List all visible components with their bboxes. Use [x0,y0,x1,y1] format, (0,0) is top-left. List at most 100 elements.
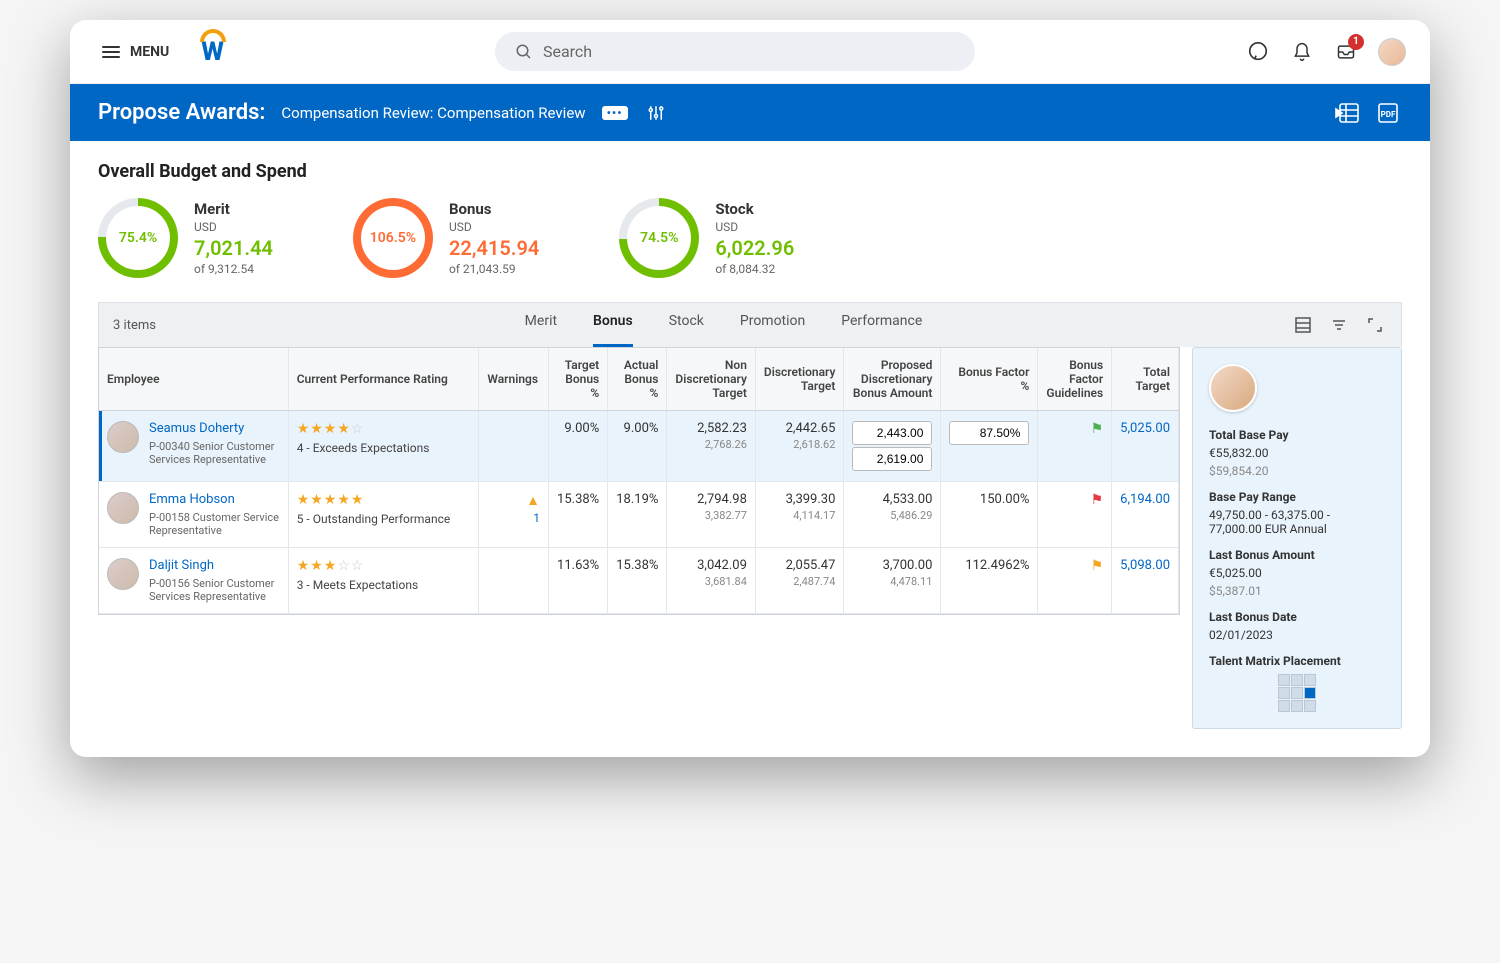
search-input[interactable]: Search [495,32,975,71]
employee-subtitle: P-00156 Senior Customer Services Represe… [149,577,280,603]
column-header[interactable]: Actual Bonus % [608,348,667,411]
guidelines-cell: ⚑ [1038,548,1112,614]
tab-bonus[interactable]: Bonus [593,313,633,337]
user-avatar[interactable] [1378,38,1406,66]
menu-button[interactable]: MENU [94,36,177,68]
settings-button[interactable] [644,101,668,125]
export-excel-button[interactable] [1334,102,1360,124]
card-amount: 7,021.44 [194,236,273,260]
column-header[interactable]: Bonus Factor Guidelines [1038,348,1112,411]
pdf-icon: PDF [1376,102,1400,124]
column-header[interactable]: Warnings [479,348,549,411]
donut-percent: 106.5% [361,206,425,270]
column-header[interactable]: Target Bonus % [549,348,608,411]
tab-stock[interactable]: Stock [669,313,704,337]
matrix-cell [1291,674,1303,686]
value-total-base-sub: $59,854.20 [1209,464,1385,478]
bonus-factor: 150.00% [941,482,1038,548]
card-of: of 8,084.32 [715,262,794,276]
value-total-base: €55,832.00 [1209,446,1385,460]
employee-avatar [107,492,139,524]
rating-text: 4 - Exceeds Expectations [297,441,471,455]
label-last-date: Last Bonus Date [1209,610,1385,624]
column-header[interactable]: Current Performance Rating [288,348,479,411]
filter-icon [1331,317,1347,333]
donut-chart: 74.5% [619,198,699,278]
column-header[interactable]: Discretionary Target [755,348,844,411]
column-header[interactable]: Bonus Factor % [941,348,1038,411]
card-currency: USD [715,220,794,234]
bonus-factor: 112.4962% [941,548,1038,614]
logo-arc-icon [200,29,226,42]
warning-count[interactable]: 1 [487,511,540,525]
column-header[interactable]: Non Discretionary Target [667,348,756,411]
breadcrumb: Compensation Review: Compensation Review [281,104,585,122]
table-row[interactable]: Emma Hobson P-00158 Customer Service Rep… [99,482,1179,548]
workday-logo[interactable]: W [201,37,224,67]
employee-name[interactable]: Seamus Doherty [149,421,280,436]
tab-promotion[interactable]: Promotion [740,313,805,337]
budget-card-stock: 74.5% Stock USD 6,022.96 of 8,084.32 [619,198,794,278]
donut-percent: 74.5% [627,206,691,270]
bonus-factor-input[interactable] [949,421,1029,445]
notifications-button[interactable] [1290,40,1314,64]
employee-name[interactable]: Daljit Singh [149,558,280,573]
budget-card-bonus: 106.5% Bonus USD 22,415.94 of 21,043.59 [353,198,539,278]
donut-chart: 75.4% [98,198,178,278]
matrix-cell [1278,700,1290,712]
tab-merit[interactable]: Merit [525,313,557,337]
matrix-cell [1304,687,1316,699]
budget-card-merit: 75.4% Merit USD 7,021.44 of 9,312.54 [98,198,273,278]
awards-table: EmployeeCurrent Performance RatingWarnin… [99,348,1179,614]
proposed-amount: 4,533.005,486.29 [844,482,941,548]
total-target[interactable]: 5,098.00 [1112,548,1179,614]
inbox-badge: 1 [1348,34,1364,50]
rating-stars: ★★★★☆ [297,421,471,437]
guidelines-cell: ⚑ [1038,411,1112,482]
card-title: Bonus [449,200,539,218]
proposed-amount-input-secondary[interactable] [852,447,932,471]
employee-name[interactable]: Emma Hobson [149,492,280,507]
warning-icon: ▲ [526,493,540,509]
search-icon [515,43,533,61]
proposed-amount [844,411,941,482]
column-header[interactable]: Proposed Discretionary Bonus Amount [844,348,941,411]
matrix-cell [1304,674,1316,686]
expand-button[interactable] [1363,313,1387,337]
column-header[interactable]: Employee [99,348,288,411]
hamburger-icon [102,46,120,58]
nondisc-target: 2,794.983,382.77 [667,482,756,548]
matrix-cell [1278,674,1290,686]
label-last-bonus: Last Bonus Amount [1209,548,1385,562]
search-placeholder: Search [543,42,592,61]
chat-button[interactable] [1246,40,1270,64]
employee-subtitle: P-00340 Senior Customer Services Represe… [149,440,280,466]
matrix-cell [1278,687,1290,699]
actual-bonus-pct: 18.19% [608,482,667,548]
rating-stars: ★★★☆☆ [297,558,471,574]
tab-performance[interactable]: Performance [841,313,922,337]
filter-button[interactable] [1327,313,1351,337]
card-currency: USD [194,220,273,234]
total-target[interactable]: 5,025.00 [1112,411,1179,482]
column-header[interactable]: Total Target [1112,348,1179,411]
total-target[interactable]: 6,194.00 [1112,482,1179,548]
table-row[interactable]: Seamus Doherty P-00340 Senior Customer S… [99,411,1179,482]
label-matrix: Talent Matrix Placement [1209,654,1385,668]
employee-detail-panel: Total Base Pay €55,832.00 $59,854.20 Bas… [1192,347,1402,729]
target-bonus-pct: 15.38% [549,482,608,548]
table-row[interactable]: Daljit Singh P-00156 Senior Customer Ser… [99,548,1179,614]
grid-icon [1295,317,1311,333]
related-actions-button[interactable]: ••• [602,106,628,120]
proposed-amount-input[interactable] [852,421,932,445]
inbox-button[interactable]: 1 [1334,40,1358,64]
nondisc-target: 3,042.093,681.84 [667,548,756,614]
card-amount: 22,415.94 [449,236,539,260]
grid-view-button[interactable] [1291,313,1315,337]
export-pdf-button[interactable]: PDF [1376,102,1402,124]
card-amount: 6,022.96 [715,236,794,260]
svg-text:PDF: PDF [1381,110,1396,119]
value-range: 49,750.00 - 63,375.00 - 77,000.00 EUR An… [1209,508,1385,536]
flag-icon: ⚑ [1091,421,1104,437]
card-title: Stock [715,200,794,218]
